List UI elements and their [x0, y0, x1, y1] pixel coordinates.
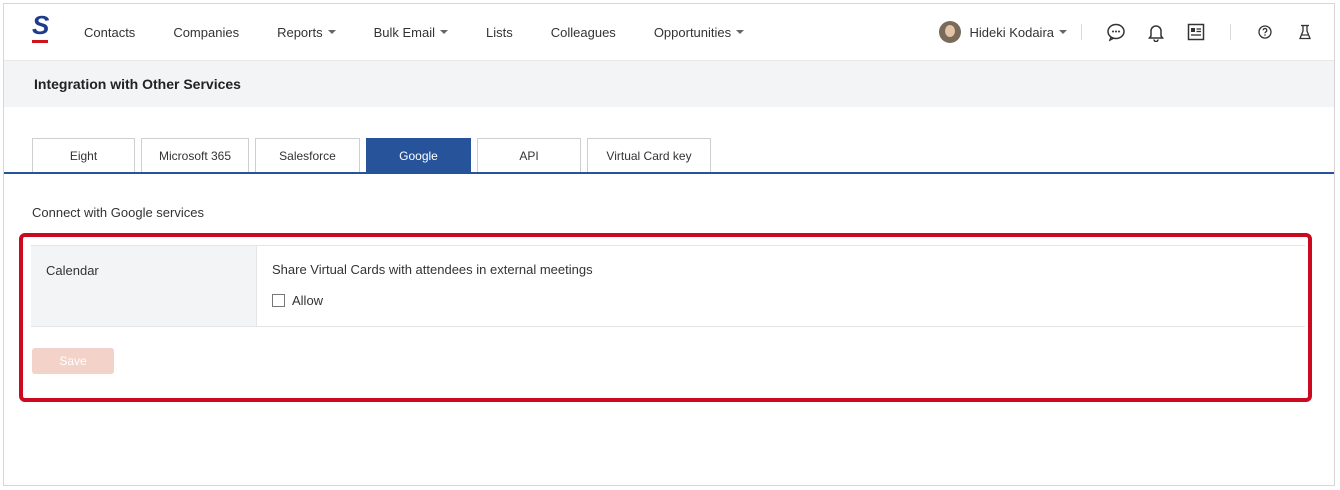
tab-label: Google — [399, 148, 438, 163]
logo-letter: S — [32, 10, 50, 40]
nav-label: Colleagues — [550, 24, 616, 40]
app-logo[interactable]: S — [32, 10, 50, 44]
divider — [1230, 24, 1231, 40]
nav-item-reports[interactable]: Reports — [277, 25, 336, 40]
chevron-down-icon — [327, 30, 336, 34]
chevron-down-icon — [1059, 30, 1067, 34]
tab-microsoft-365[interactable]: Microsoft 365 — [141, 138, 249, 172]
nav-item-bulk-email[interactable]: Bulk Email — [373, 24, 449, 40]
nav-label: Contacts — [84, 24, 136, 40]
integration-tabs: Eight Microsoft 365 Salesforce Google AP… — [32, 138, 717, 173]
lab-flask-icon[interactable] — [1294, 21, 1316, 43]
nav-label: Bulk Email — [373, 24, 436, 40]
nav-label: Reports — [277, 24, 323, 40]
user-menu[interactable]: Hideki Kodaira — [939, 21, 1067, 43]
tab-label: API — [519, 148, 539, 163]
tab-underline — [4, 172, 1334, 174]
nav-label: Companies — [173, 24, 240, 40]
tab-google[interactable]: Google — [366, 138, 471, 172]
page-title: Integration with Other Services — [34, 76, 241, 92]
nav-label: Opportunities — [653, 24, 732, 40]
chevron-down-icon — [736, 30, 745, 34]
section-label: Connect with Google services — [32, 205, 204, 220]
tab-label: Salesforce — [279, 148, 336, 163]
tab-label: Eight — [69, 148, 98, 163]
page-header: Integration with Other Services — [4, 61, 1334, 107]
nav-item-opportunities[interactable]: Opportunities — [653, 24, 745, 40]
bell-icon[interactable] — [1145, 21, 1167, 43]
nav-item-lists[interactable]: Lists — [486, 25, 513, 40]
header-tools: Hideki Kodaira — [939, 4, 1334, 60]
help-icon[interactable] — [1254, 21, 1276, 43]
chat-icon[interactable] — [1105, 21, 1127, 43]
nav-item-companies[interactable]: Companies — [173, 25, 239, 40]
tab-salesforce[interactable]: Salesforce — [255, 138, 360, 172]
divider — [1081, 24, 1082, 40]
tab-virtual-card-key[interactable]: Virtual Card key — [587, 138, 711, 172]
main-nav: Contacts Companies Reports Bulk Email Li… — [84, 4, 782, 60]
card-icon[interactable] — [1185, 21, 1207, 43]
nav-item-contacts[interactable]: Contacts — [84, 25, 135, 40]
nav-item-colleagues[interactable]: Colleagues — [551, 25, 616, 40]
avatar — [939, 21, 962, 43]
highlight-box — [19, 233, 1312, 402]
user-name: Hideki Kodaira — [969, 24, 1054, 40]
tab-label: Virtual Card key — [606, 148, 692, 163]
tab-eight[interactable]: Eight — [32, 138, 135, 172]
chevron-down-icon — [440, 30, 449, 34]
tab-label: Microsoft 365 — [158, 148, 232, 163]
nav-label: Lists — [486, 24, 513, 40]
top-navbar: S Contacts Companies Reports Bulk Email … — [4, 4, 1334, 61]
logo-underline — [32, 40, 48, 43]
tab-api[interactable]: API — [477, 138, 581, 172]
